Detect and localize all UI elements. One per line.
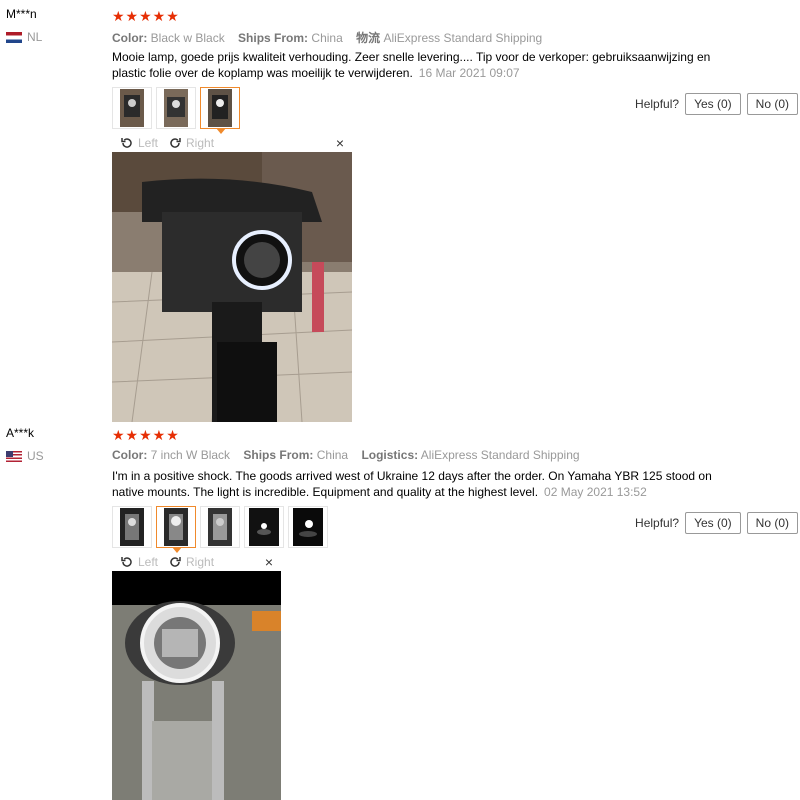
photo-thumbnail[interactable] [156,87,196,129]
rotate-left-label: Left [138,136,159,150]
photo-thumbnail[interactable] [244,506,284,548]
logistics-label: 物流 [356,31,381,45]
helpful-label: Helpful? [635,97,680,111]
review-date: 16 Mar 2021 09:07 [418,66,520,80]
review-photo-large [112,571,281,800]
review-photo-large [112,152,352,422]
photo-thumbnail[interactable] [112,506,152,548]
motorcycle-headlight-photo [112,152,352,422]
color-value: Black w Black [150,31,225,45]
rotate-right-button[interactable]: Right [168,555,214,569]
reviewer-country: NL [6,30,42,44]
night-light-photo-thumbnail-icon [293,508,323,546]
star-rating: ★★★★★ [112,427,180,443]
photo-thumbnail-active[interactable] [200,87,240,134]
rotate-left-button[interactable]: Left [120,555,158,569]
photo-thumbnail[interactable] [112,87,152,129]
motorcycle-photo-thumbnail-icon [208,89,232,127]
rotate-left-label: Left [138,555,159,569]
photo-viewer-toolbar: Left Right × [112,553,281,571]
country-code: NL [27,30,43,44]
reviewer-name: A***k [6,426,35,440]
color-label: Color: [112,31,148,45]
photo-thumbnail[interactable] [200,506,240,548]
logistics-label: Logistics: [361,448,419,462]
motorcycle-photo-thumbnail-icon [120,89,144,127]
ships-from-value: China [311,31,343,45]
motorcycle-photo-thumbnail-icon [164,89,188,127]
nl-flag-icon [6,31,22,43]
photo-thumbnails [112,506,328,553]
review-meta: Color: Black w Black Ships From: China 物… [112,29,552,46]
motorcycle-photo-thumbnail-icon [208,508,232,546]
close-viewer-button[interactable]: × [265,554,273,570]
country-code: US [27,449,44,463]
helpful-yes-button[interactable]: Yes (0) [685,512,741,534]
photo-thumbnail-active[interactable] [156,506,196,553]
rotate-right-button[interactable]: Right [168,136,214,150]
ships-from-label: Ships From: [243,448,314,462]
color-value: 7 inch W Black [150,448,231,462]
rotate-left-icon [121,557,132,567]
review-body: Mooie lamp, goede prijs kwaliteit verhou… [112,50,711,80]
rotate-right-label: Right [186,136,215,150]
ships-from-label: Ships From: [238,31,309,45]
us-flag-icon [6,450,22,462]
rotate-left-icon [121,138,132,148]
logistics-value: AliExpress Standard Shipping [383,31,543,45]
photo-viewer-toolbar: Left Right × [112,134,352,152]
motorcycle-photo-thumbnail-icon [164,508,188,546]
reviewer-country: US [6,449,44,463]
review-meta: Color: 7 inch W Black Ships From: China … [112,448,590,462]
photo-thumbnails [112,87,240,134]
helpful-no-button[interactable]: No (0) [746,93,798,115]
rotate-right-icon [170,557,181,567]
motorcycle-photo-thumbnail-icon [120,508,144,546]
motorcycle-headlight-photo [112,571,281,800]
helpful-vote: Helpful? Yes (0) No (0) [635,93,798,115]
close-viewer-button[interactable]: × [336,135,344,151]
rotate-right-label: Right [186,555,215,569]
night-light-photo-thumbnail-icon [249,508,279,546]
photo-thumbnail[interactable] [288,506,328,548]
review-text: Mooie lamp, goede prijs kwaliteit verhou… [112,49,712,81]
review-date: 02 May 2021 13:52 [544,485,647,499]
star-rating: ★★★★★ [112,8,180,24]
helpful-no-button[interactable]: No (0) [746,512,798,534]
helpful-vote: Helpful? Yes (0) No (0) [635,512,798,534]
rotate-left-button[interactable]: Left [120,136,158,150]
helpful-label: Helpful? [635,516,680,530]
color-label: Color: [112,448,148,462]
helpful-yes-button[interactable]: Yes (0) [685,93,741,115]
logistics-value: AliExpress Standard Shipping [420,448,580,462]
review-text: I'm in a positive shock. The goods arriv… [112,468,712,500]
reviewer-name: M***n [6,7,37,21]
ships-from-value: China [316,448,349,462]
rotate-right-icon [170,138,181,148]
